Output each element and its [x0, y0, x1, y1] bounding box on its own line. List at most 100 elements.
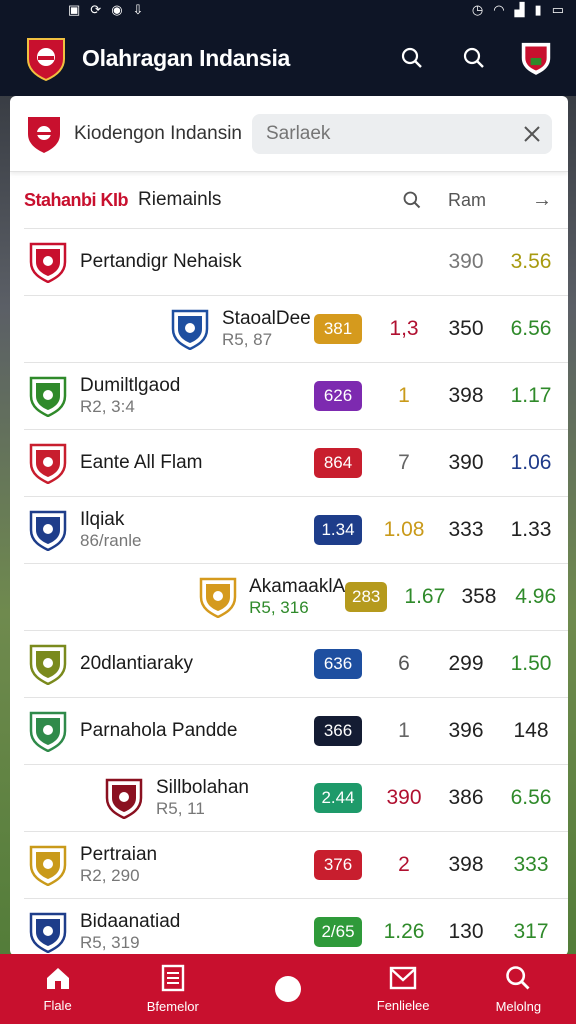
- nav-label: Melolng: [495, 999, 542, 1014]
- team-logo-icon: [28, 643, 68, 685]
- team-name: Eante All Flam: [80, 452, 203, 473]
- stat-value-1: 2: [398, 853, 410, 876]
- team-name: StaoalDee: [222, 308, 311, 329]
- header-tag: Stahanbi KIb: [24, 189, 129, 210]
- team-sub: R5, 11: [156, 799, 205, 818]
- bottom-nav: Flale Bfemelor Fenlielee Melolng: [0, 954, 576, 1024]
- team-crest-icon: [28, 116, 60, 153]
- team-sub: R2, 290: [80, 866, 140, 885]
- team-sub: R5, 316: [249, 598, 309, 617]
- app-title: Olahragan Indansia: [82, 44, 291, 71]
- table-row[interactable]: Ilqiak 86/ranle 1.34 1.08 333 1.33: [24, 496, 568, 563]
- table-row[interactable]: Pertandigr Nehaisk 390 3.56: [24, 228, 568, 295]
- standings-list: Pertandigr Nehaisk 390 3.56 StaoalDee R5, 87…: [24, 228, 568, 956]
- team-name: Sillbolahan: [156, 777, 249, 798]
- score-badge: 2/65: [314, 917, 362, 947]
- team-sub: 86/ranle: [80, 531, 142, 550]
- stat-value-3: 6.56: [510, 786, 552, 809]
- team-logo-icon: [28, 375, 68, 417]
- score-badge: 636: [314, 649, 362, 679]
- wifi-icon: ◠: [493, 2, 505, 17]
- team-logo-icon: [28, 241, 68, 283]
- table-row[interactable]: Sillbolahan R5, 11 2.44 390 386 6.56: [24, 764, 568, 831]
- stat-value-1: 390: [386, 786, 422, 809]
- table-row[interactable]: AkamaaklA R5, 316 283 1.67 358 4.96: [24, 563, 568, 630]
- team-logo-icon: [199, 576, 237, 618]
- shield-icon: [521, 42, 551, 75]
- team-name: Ilqiak: [80, 509, 125, 530]
- search-brand: Kiodengon Indansin: [74, 122, 242, 144]
- app-icon: ◉: [111, 2, 123, 17]
- stat-value-1: 6: [398, 652, 410, 675]
- download-icon: ⇩: [132, 2, 144, 17]
- team-sub: R5, 319: [80, 933, 140, 952]
- stat-value-3: 6.56: [510, 317, 552, 340]
- search-icon: [504, 964, 532, 995]
- app-logo: [24, 34, 68, 82]
- table-row[interactable]: Bidaanatiad R5, 319 2/65 1.26 130 317: [24, 898, 568, 956]
- team-name: AkamaaklA: [249, 576, 346, 597]
- team-logo-icon: [28, 710, 68, 752]
- header-label: Riemainls: [138, 189, 222, 210]
- table-row[interactable]: Parnahola Pandde 366 1 396 148: [24, 697, 568, 764]
- team-sub: R5, 87: [222, 330, 273, 349]
- stat-value-2: 390: [448, 250, 484, 273]
- nav-label: Bfemelor: [146, 999, 199, 1014]
- stat-value-2: 350: [448, 317, 484, 340]
- sim-icon: ▮: [534, 2, 542, 17]
- stat-value-3: 1.33: [510, 518, 552, 541]
- score-badge: 2.44: [314, 783, 362, 813]
- stat-value-2: 386: [448, 786, 484, 809]
- nav-label: Flale: [43, 998, 72, 1013]
- stat-value-2: 390: [448, 451, 484, 474]
- score-badge: 626: [314, 381, 362, 411]
- stat-value-1: 1.08: [383, 518, 425, 541]
- stat-value-3: 1.50: [510, 652, 552, 675]
- home-icon: [44, 965, 72, 994]
- search-input[interactable]: [266, 122, 522, 145]
- stat-value-3: 148: [513, 719, 549, 742]
- stat-value-2: 358: [461, 585, 497, 608]
- team-logo-icon: [28, 911, 68, 953]
- document-icon: [160, 964, 186, 995]
- close-icon[interactable]: [522, 124, 542, 144]
- stat-value-3: 3.56: [510, 250, 552, 273]
- nav-item-center[interactable]: [238, 976, 338, 1002]
- team-name: Parnahola Pandde: [80, 720, 238, 741]
- score-badge: 376: [314, 850, 362, 880]
- score-badge: 283: [345, 582, 388, 612]
- stat-value-3: 1.17: [510, 384, 552, 407]
- battery-icon: ▭: [551, 2, 564, 17]
- arrow-right-icon[interactable]: →: [532, 189, 552, 212]
- stat-value-3: 317: [513, 920, 549, 943]
- stat-value-2: 398: [448, 384, 484, 407]
- table-row[interactable]: Eante All Flam 864 7 390 1.06: [24, 429, 568, 496]
- stat-value-1: 7: [398, 451, 410, 474]
- search-button[interactable]: [396, 42, 428, 74]
- score-badge: 1.34: [314, 515, 362, 545]
- team-sub: R2, 3:4: [80, 397, 135, 416]
- stat-value-1: 1: [398, 719, 410, 742]
- nav-label: Fenlielee: [376, 998, 430, 1013]
- list-header: Stahanbi KIb Riemainls Ram →: [10, 172, 568, 228]
- nav-item-flale[interactable]: Flale: [8, 965, 108, 1013]
- alarm-icon: ◷: [471, 2, 484, 17]
- search-icon[interactable]: [402, 190, 422, 210]
- table-row[interactable]: Pertraian R2, 290 376 2 398 333: [24, 831, 568, 898]
- search-button-secondary[interactable]: [458, 42, 490, 74]
- stat-value-1: 1,3: [389, 317, 419, 340]
- team-name: Pertandigr Nehaisk: [80, 251, 242, 272]
- search-icon: [401, 47, 422, 68]
- search-icon: [463, 47, 484, 68]
- profile-crest-button[interactable]: [520, 42, 552, 75]
- table-row[interactable]: 20dlantiaraky 636 6 299 1.50: [24, 630, 568, 697]
- nav-item-melolng[interactable]: Melolng: [468, 964, 568, 1014]
- table-row[interactable]: Dumiltlgaod R2, 3:4 626 1 398 1.17: [24, 362, 568, 429]
- team-name: 20dlantiaraky: [80, 653, 194, 674]
- nav-item-fenlielee[interactable]: Fenlielee: [353, 965, 453, 1013]
- score-badge: 864: [314, 448, 362, 478]
- table-row[interactable]: StaoalDee R5, 87 381 1,3 350 6.56: [24, 295, 568, 362]
- team-logo-icon: [28, 844, 68, 886]
- nav-item-bfemelor[interactable]: Bfemelor: [123, 964, 223, 1014]
- search-box[interactable]: [252, 113, 552, 154]
